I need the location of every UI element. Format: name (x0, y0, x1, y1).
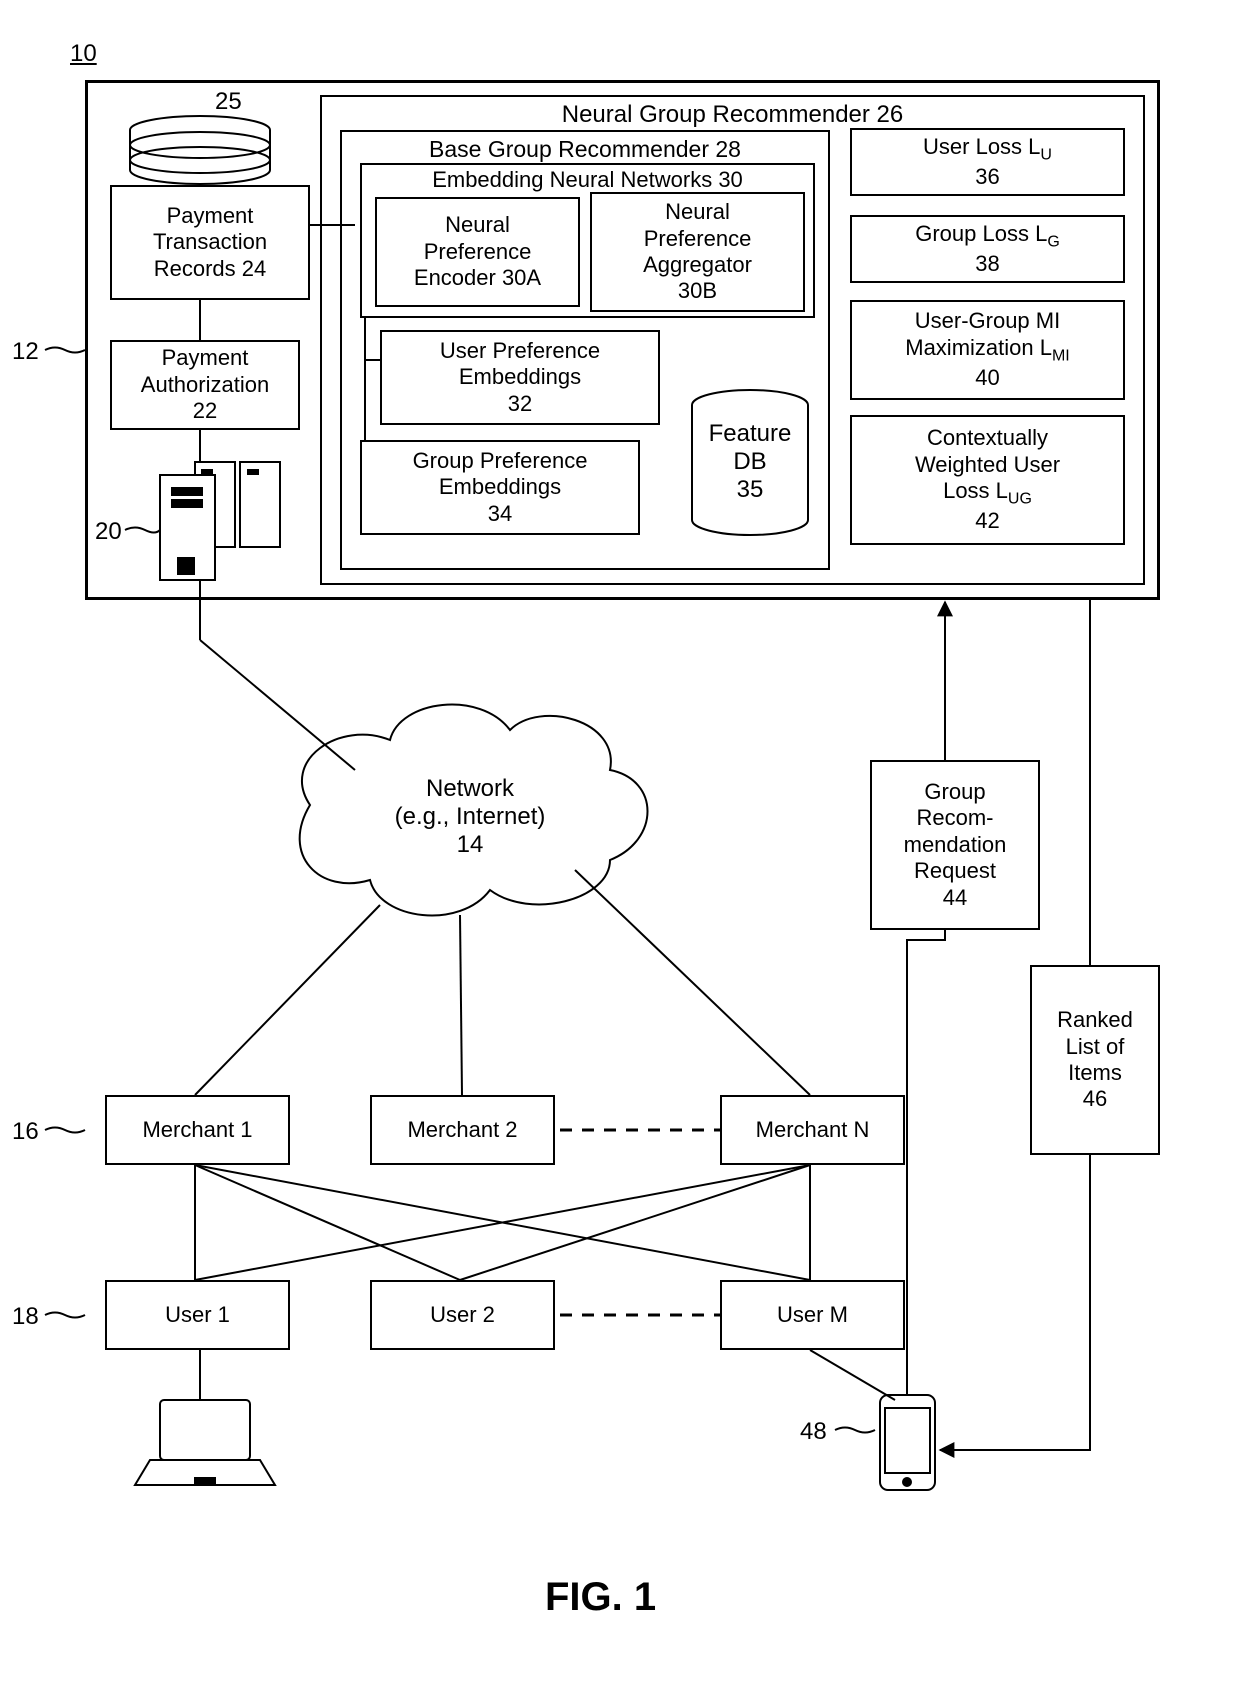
ugmi-line: Maximization LMI (905, 335, 1070, 366)
net-l1: Network (426, 775, 514, 802)
grouploss-line: Group Loss LG (915, 221, 1060, 252)
user-m-label: User M (777, 1302, 848, 1328)
payment-auth-l1: Payment (162, 345, 249, 371)
bgr-title: Base Group Recommender 28 (429, 136, 741, 164)
npa-l4: 30B (678, 278, 717, 304)
cwul-l4: 42 (975, 508, 999, 534)
merchant-2: Merchant 2 (370, 1095, 555, 1165)
upe-l1: User Preference (440, 338, 600, 364)
payment-auth-l3: 22 (193, 398, 217, 424)
ref-25: 25 (215, 88, 242, 116)
userloss-line: User Loss LU (923, 134, 1052, 165)
ugmi-l1: User-Group MI (915, 308, 1060, 334)
ref-48: 48 (800, 1418, 827, 1446)
ref-10: 10 (70, 40, 97, 68)
gpe-l1: Group Preference (413, 448, 588, 474)
figure-caption: FIG. 1 (545, 1575, 656, 1620)
user-loss-36: User Loss LU 36 (850, 128, 1125, 196)
ug-mi-40: User-Group MI Maximization LMI 40 (850, 300, 1125, 400)
user-1: User 1 (105, 1280, 290, 1350)
ref-16: 16 (12, 1118, 39, 1146)
ugmi-l3: 40 (975, 365, 999, 391)
fdb-l2: DB (733, 448, 766, 475)
feature-db-35: Feature DB 35 (705, 420, 795, 504)
npe-l3: Encoder 30A (414, 265, 541, 291)
grr-l3: mendation (904, 832, 1007, 858)
payment-auth-l2: Authorization (141, 372, 269, 398)
grr-l5: 44 (943, 885, 967, 911)
upe-l3: 32 (508, 391, 532, 417)
user-pref-emb-32: User Preference Embeddings 32 (380, 330, 660, 425)
payment-records-l2: Transaction (153, 229, 267, 255)
npa-l2: Preference (644, 226, 752, 252)
merchant-1-label: Merchant 1 (142, 1117, 252, 1143)
aggregator-30b: Neural Preference Aggregator 30B (590, 192, 805, 312)
net-l2: (e.g., Internet) (395, 803, 546, 830)
network-14: Network (e.g., Internet) 14 (360, 775, 580, 859)
npa-l1: Neural (665, 199, 730, 225)
rli-l4: 46 (1083, 1086, 1107, 1112)
group-pref-emb-34: Group Preference Embeddings 34 (360, 440, 640, 535)
encoder-30a: Neural Preference Encoder 30A (375, 197, 580, 307)
rli-l3: Items (1068, 1060, 1122, 1086)
user-2-label: User 2 (430, 1302, 495, 1328)
merchant-1: Merchant 1 (105, 1095, 290, 1165)
grouploss-l2: 38 (975, 251, 999, 277)
ngr-title: Neural Group Recommender 26 (562, 101, 904, 130)
ref-20: 20 (95, 518, 122, 546)
npe-l2: Preference (424, 239, 532, 265)
gpe-l2: Embeddings (439, 474, 561, 500)
fdb-l1: Feature (709, 420, 792, 447)
cwul-line: Loss LUG (943, 478, 1032, 509)
group-loss-38: Group Loss LG 38 (850, 215, 1125, 283)
npa-l3: Aggregator (643, 252, 752, 278)
ref-18: 18 (12, 1303, 39, 1331)
enn-title: Embedding Neural Networks 30 (432, 167, 743, 193)
ranked-list-46: Ranked List of Items 46 (1030, 965, 1160, 1155)
upe-l2: Embeddings (459, 364, 581, 390)
user-m: User M (720, 1280, 905, 1350)
ref-12: 12 (12, 338, 39, 366)
payment-records-l1: Payment (167, 203, 254, 229)
merchant-n-label: Merchant N (756, 1117, 870, 1143)
rli-l2: List of (1066, 1034, 1125, 1060)
grr-l4: Request (914, 858, 996, 884)
net-l3: 14 (457, 831, 484, 858)
userloss-l2: 36 (975, 164, 999, 190)
group-rec-req-44: Group Recom- mendation Request 44 (870, 760, 1040, 930)
rli-l1: Ranked (1057, 1007, 1133, 1033)
cwul-42: Contextually Weighted User Loss LUG 42 (850, 415, 1125, 545)
npe-l1: Neural (445, 212, 510, 238)
payment-auth-22: Payment Authorization 22 (110, 340, 300, 430)
fdb-l3: 35 (737, 476, 764, 503)
user-1-label: User 1 (165, 1302, 230, 1328)
merchant-2-label: Merchant 2 (407, 1117, 517, 1143)
payment-records-24: Payment Transaction Records 24 (110, 185, 310, 300)
grr-l2: Recom- (916, 805, 993, 831)
grr-l1: Group (924, 779, 985, 805)
merchant-n: Merchant N (720, 1095, 905, 1165)
cwul-l2: Weighted User (915, 452, 1060, 478)
cwul-l1: Contextually (927, 425, 1048, 451)
gpe-l3: 34 (488, 501, 512, 527)
payment-records-l3: Records 24 (154, 256, 267, 282)
user-2: User 2 (370, 1280, 555, 1350)
